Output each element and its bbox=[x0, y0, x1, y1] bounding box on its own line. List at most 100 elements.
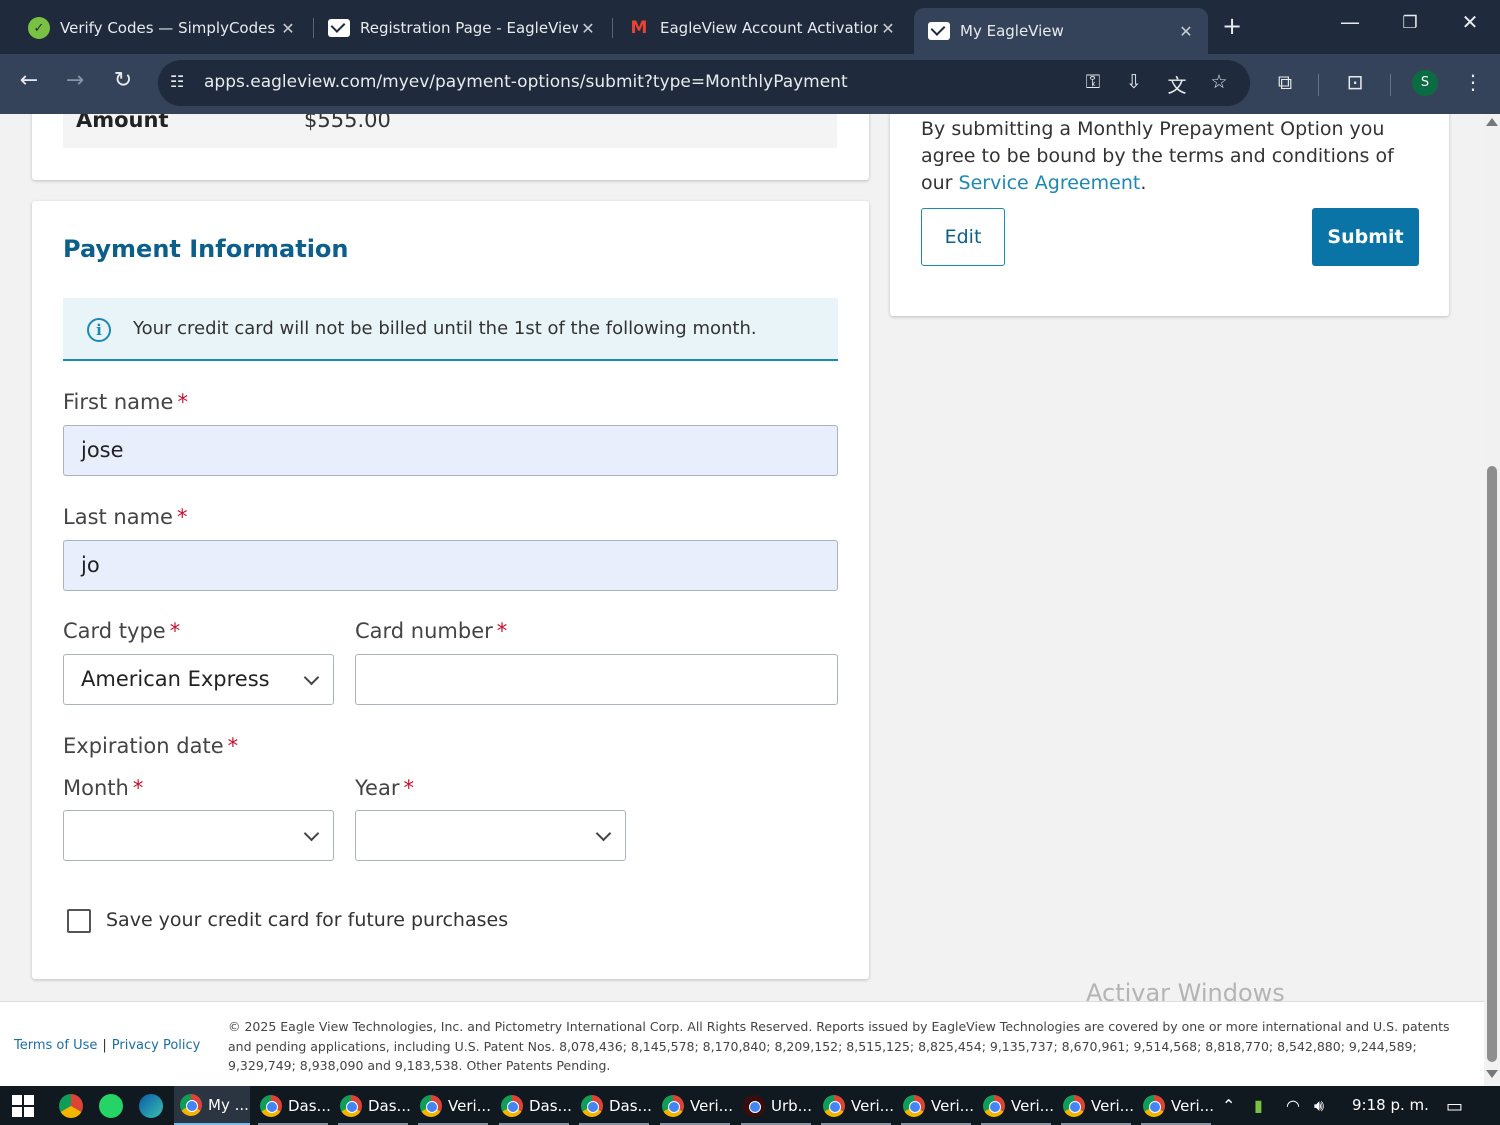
taskbar-item[interactable]: Das... bbox=[575, 1086, 653, 1125]
browser-tab-bar: ✓ Verify Codes — SimplyCodes ✕ Registrat… bbox=[0, 0, 1500, 54]
wifi-icon[interactable]: ◠ bbox=[1286, 1096, 1300, 1115]
taskbar-item[interactable]: Veri... bbox=[414, 1086, 492, 1125]
taskbar-item[interactable]: My ... bbox=[174, 1086, 250, 1125]
year-select[interactable] bbox=[355, 810, 626, 861]
taskbar-clock[interactable]: 9:18 p. m. bbox=[1352, 1096, 1429, 1114]
info-message: Your credit card will not be billed unti… bbox=[133, 318, 757, 339]
amount-value: $555.00 bbox=[304, 114, 391, 132]
footer-separator: | bbox=[102, 1038, 107, 1053]
taskbar-item[interactable]: Das... bbox=[254, 1086, 332, 1125]
amount-label: Amount bbox=[76, 114, 169, 132]
close-icon[interactable]: ✕ bbox=[1176, 22, 1196, 41]
taskbar-item[interactable]: Das... bbox=[495, 1086, 573, 1125]
chrome-icon bbox=[1063, 1094, 1085, 1117]
profile-avatar[interactable]: S bbox=[1412, 70, 1438, 96]
reload-icon[interactable]: ↻ bbox=[108, 68, 138, 93]
tab-registration[interactable]: Registration Page - EagleView ✕ bbox=[314, 8, 610, 48]
tab-separator bbox=[612, 18, 613, 38]
tab-search-icon[interactable]: ⊡ bbox=[1340, 70, 1370, 94]
extensions-icon[interactable]: ⧉ bbox=[1270, 70, 1300, 94]
site-info-icon[interactable]: ☷ bbox=[170, 72, 184, 91]
chrome-icon bbox=[662, 1094, 684, 1117]
page-content: Amount $555.00 Payment Information i You… bbox=[0, 114, 1484, 1086]
card-number-input[interactable] bbox=[355, 654, 838, 705]
window-close-icon[interactable]: ✕ bbox=[1450, 10, 1490, 34]
close-icon[interactable]: ✕ bbox=[278, 19, 298, 38]
submit-button[interactable]: Submit bbox=[1312, 208, 1419, 266]
taskbar-item[interactable]: Veri... bbox=[1137, 1086, 1215, 1125]
terms-of-use-link[interactable]: Terms of Use bbox=[14, 1038, 97, 1053]
close-icon[interactable]: ✕ bbox=[878, 19, 898, 38]
tab-simplycodes[interactable]: ✓ Verify Codes — SimplyCodes ✕ bbox=[14, 8, 310, 48]
page-scrollbar[interactable] bbox=[1484, 114, 1500, 1086]
whatsapp-icon[interactable] bbox=[99, 1094, 123, 1118]
scroll-down-icon[interactable] bbox=[1486, 1070, 1498, 1078]
chrome-icon bbox=[260, 1094, 282, 1117]
edge-icon[interactable] bbox=[139, 1094, 163, 1118]
taskbar-item[interactable]: Urb... bbox=[737, 1086, 815, 1125]
windows-activation-watermark: Activar Windows bbox=[1086, 979, 1285, 1007]
agreement-text: By submitting a Monthly Prepayment Optio… bbox=[921, 118, 1394, 194]
card-type-select[interactable]: American Express bbox=[63, 654, 334, 705]
tab-title: My EagleView bbox=[960, 22, 1064, 40]
chevron-down-icon bbox=[595, 825, 612, 842]
first-name-input[interactable]: jose bbox=[63, 425, 838, 476]
chrome-icon[interactable] bbox=[59, 1094, 83, 1118]
volume-icon[interactable]: 🔊︎ bbox=[1314, 1096, 1324, 1116]
tray-chevron-up-icon[interactable]: ⌃ bbox=[1222, 1096, 1235, 1115]
privacy-policy-link[interactable]: Privacy Policy bbox=[112, 1038, 201, 1053]
taskbar-item[interactable]: Veri... bbox=[656, 1086, 734, 1125]
back-icon[interactable]: ← bbox=[14, 68, 44, 93]
address-bar[interactable]: ☷ apps.eagleview.com/myev/payment-option… bbox=[158, 60, 1250, 106]
bookmark-star-icon[interactable]: ☆ bbox=[1206, 71, 1232, 93]
month-select[interactable] bbox=[63, 810, 334, 861]
new-tab-icon[interactable]: + bbox=[1222, 12, 1242, 40]
url-text[interactable]: apps.eagleview.com/myev/payment-options/… bbox=[204, 72, 848, 92]
tab-account-activation[interactable]: M EagleView Account Activation ✕ bbox=[614, 8, 910, 48]
page-footer: Terms of Use | Privacy Policy © 2025 Eagle… bbox=[0, 1001, 1484, 1086]
install-app-icon[interactable]: ⇩ bbox=[1121, 71, 1147, 93]
tab-my-eagleview[interactable]: My EagleView ✕ bbox=[914, 8, 1208, 54]
edit-button[interactable]: Edit bbox=[921, 208, 1005, 266]
toolbar-separator bbox=[1390, 74, 1391, 96]
chrome-icon bbox=[420, 1094, 442, 1117]
restore-icon[interactable]: ❐ bbox=[1390, 13, 1430, 33]
app-icon bbox=[743, 1094, 765, 1117]
taskbar-item[interactable]: Veri... bbox=[897, 1086, 975, 1125]
eagleview-favicon-icon bbox=[928, 22, 950, 40]
save-card-label[interactable]: Save your credit card for future purchas… bbox=[106, 909, 508, 931]
card-number-label: Card number * bbox=[355, 619, 508, 643]
close-icon[interactable]: ✕ bbox=[578, 19, 598, 38]
scroll-up-icon[interactable] bbox=[1486, 118, 1498, 126]
notifications-icon[interactable]: ▭ bbox=[1446, 1096, 1463, 1117]
taskbar-item[interactable]: Veri... bbox=[817, 1086, 895, 1125]
windows-start-icon[interactable] bbox=[12, 1095, 34, 1117]
last-name-label: Last name * bbox=[63, 505, 188, 529]
toolbar-separator bbox=[1318, 74, 1319, 96]
scroll-thumb[interactable] bbox=[1487, 466, 1497, 1062]
save-card-checkbox[interactable] bbox=[67, 909, 91, 933]
minimize-icon[interactable]: — bbox=[1330, 10, 1370, 34]
taskbar-item[interactable]: Das... bbox=[334, 1086, 412, 1125]
forward-icon[interactable]: → bbox=[60, 68, 90, 93]
menu-kebab-icon[interactable]: ⋮ bbox=[1458, 70, 1488, 94]
info-icon: i bbox=[87, 318, 111, 342]
last-name-input[interactable]: jo bbox=[63, 540, 838, 591]
chrome-icon bbox=[1143, 1094, 1165, 1117]
tray-app-icon[interactable]: ▮ bbox=[1254, 1096, 1263, 1115]
chevron-down-icon bbox=[303, 669, 320, 686]
translate-icon[interactable]: 文 bbox=[1164, 71, 1190, 98]
card-type-value: American Express bbox=[81, 667, 270, 691]
chrome-icon bbox=[983, 1094, 1005, 1117]
browser-toolbar: ← → ↻ ☷ apps.eagleview.com/myev/payment-… bbox=[0, 54, 1500, 114]
month-label: Month * bbox=[63, 776, 144, 800]
year-label: Year * bbox=[355, 776, 414, 800]
eagleview-favicon-icon bbox=[328, 19, 350, 37]
taskbar-item[interactable]: Veri... bbox=[1057, 1086, 1135, 1125]
simplycodes-favicon-icon: ✓ bbox=[28, 17, 50, 39]
password-key-icon[interactable]: ⚿ bbox=[1080, 71, 1106, 93]
service-agreement-link[interactable]: Service Agreement bbox=[959, 172, 1141, 194]
taskbar-item[interactable]: Veri... bbox=[977, 1086, 1055, 1125]
chrome-icon bbox=[581, 1094, 603, 1117]
submit-panel-card: By submitting a Monthly Prepayment Optio… bbox=[890, 114, 1449, 316]
